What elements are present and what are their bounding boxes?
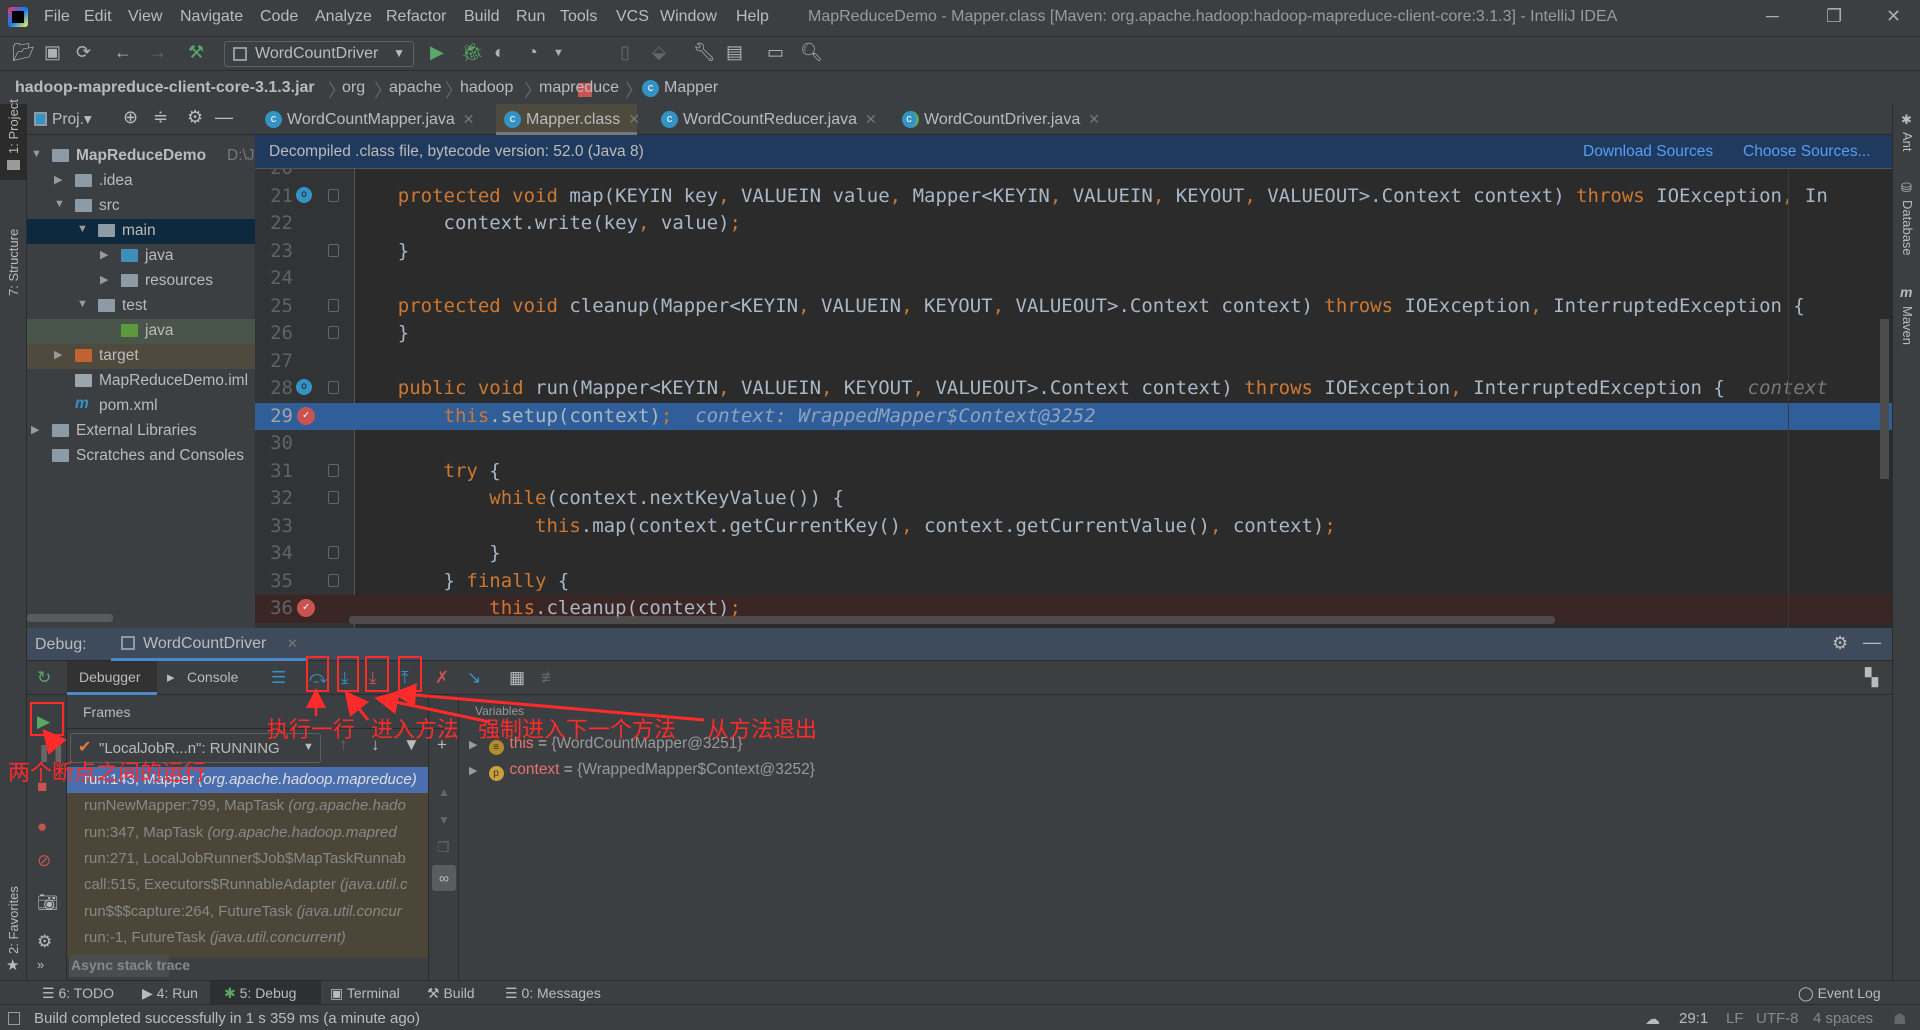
tab-run[interactable]: ▶ 4: Run [142,985,198,1002]
bug-icon: ✱ [224,985,236,1001]
indent-setting[interactable]: 4 spaces [1813,1010,1873,1027]
inspector-icon[interactable]: ☗ [1893,1010,1906,1028]
settings-cloud-icon[interactable]: ☁ [1645,1010,1660,1028]
tab-messages[interactable]: ☰ 0: Messages [505,985,601,1002]
todo-label: 6: TODO [58,985,114,1001]
annotation-step-into: 进入方法 [371,718,460,743]
status-message: Build completed successfully in 1 s 359 … [34,1010,421,1027]
annotation-step-out: 从方法退出 [707,718,818,743]
bottom-tool-tabs: ☰ 6: TODO ▶ 4: Run ✱ 5: Debug ▣ Terminal… [0,980,1920,1005]
debug-label: 5: Debug [239,985,297,1001]
annotation-arrows [42,683,705,755]
event-log-button[interactable]: ◯ Event Log [1798,985,1881,1002]
tab-terminal[interactable]: ▣ Terminal [330,985,400,1002]
arrow-resume [42,728,67,755]
annotation-force-step-into: 强制进入下一个方法 [478,718,677,743]
tab-build[interactable]: ⚒ Build [427,985,475,1002]
tab-todo[interactable]: ☰ 6: TODO [42,985,114,1002]
annotation-step-over: 执行一行 [267,718,356,743]
terminal-label: Terminal [346,985,400,1001]
line-separator[interactable]: LF [1726,1010,1744,1027]
status-bar: Build completed successfully in 1 s 359 … [0,1004,1920,1030]
run-label: 4: Run [156,985,198,1001]
caret-position[interactable]: 29:1 [1679,1010,1708,1027]
tab-debug[interactable]: ✱ 5: Debug [224,985,296,1002]
build-label: Build [443,985,475,1001]
toggle-tool-windows-icon[interactable] [8,1012,20,1025]
annotation-resume: 两个断点之间的运行 [8,761,207,786]
messages-label: 0: Messages [521,985,601,1001]
event-log-label: Event Log [1817,985,1881,1001]
file-encoding[interactable]: UTF-8 [1756,1010,1799,1027]
